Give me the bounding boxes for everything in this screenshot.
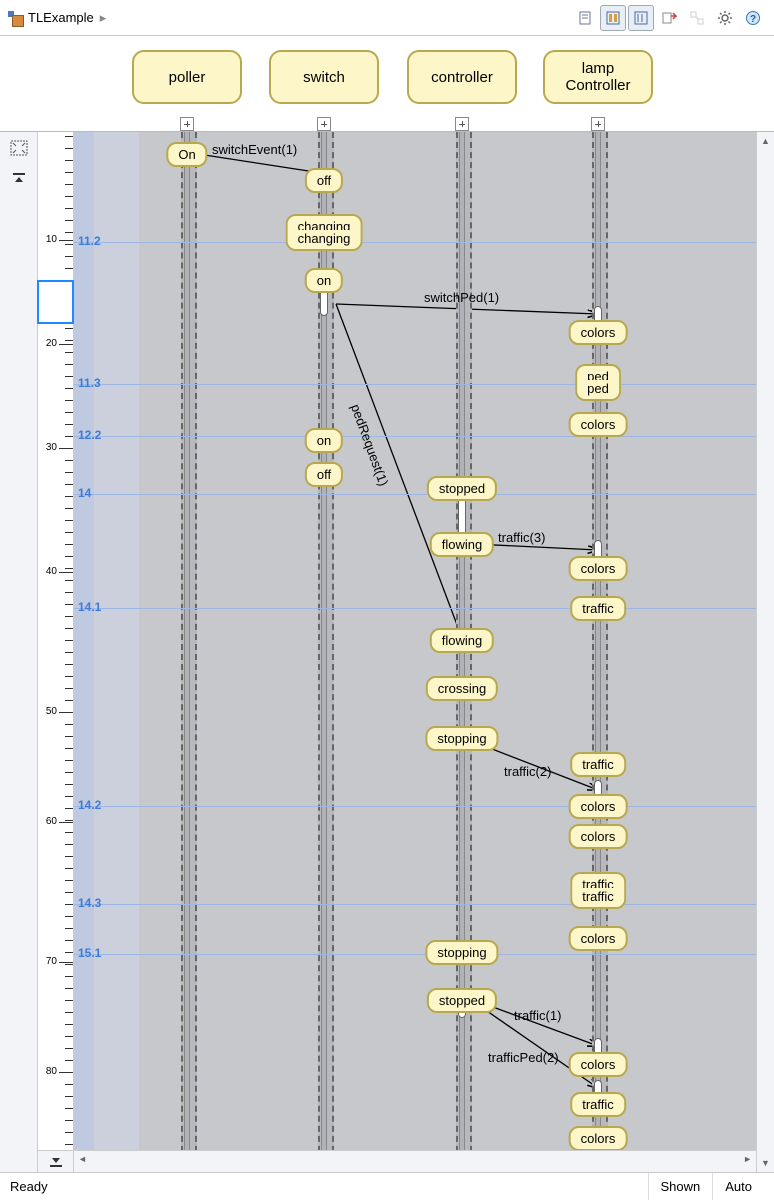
ruler-label: 60 — [46, 816, 57, 827]
toolbar-actions: ? — [572, 5, 766, 31]
gear-icon[interactable] — [712, 5, 738, 31]
ruler-label: 50 — [46, 706, 57, 717]
vertical-scrollbar[interactable]: ▲ ▼ — [756, 132, 774, 1172]
status-auto: Auto — [712, 1173, 764, 1200]
lifeline-expand-icon[interactable] — [591, 117, 605, 131]
ruler-label: 80 — [46, 1066, 57, 1077]
view-mode-2-icon[interactable] — [628, 5, 654, 31]
collapse-down-icon[interactable] — [38, 1151, 74, 1172]
message-label: switchEvent(1) — [212, 142, 297, 157]
state-badge[interactable]: stopped — [427, 988, 497, 1013]
ruler-selection[interactable] — [37, 280, 74, 324]
status-shown: Shown — [648, 1173, 713, 1200]
message-label: traffic(3) — [498, 530, 545, 545]
state-badge[interactable]: on — [305, 428, 343, 453]
ruler-label: 30 — [46, 442, 57, 453]
link-icon[interactable] — [684, 5, 710, 31]
lifeline-head-poller[interactable]: poller — [132, 50, 242, 104]
horizontal-scrollbar[interactable] — [74, 1151, 756, 1172]
diagram-canvas[interactable]: 11.2 11.3 12.2 14 14.1 14.2 14.3 15.1 On off chang… — [74, 132, 756, 1172]
lifeline-expand-icon[interactable] — [180, 117, 194, 131]
ruler-label: 10 — [46, 234, 57, 245]
state-badge[interactable]: colors — [569, 926, 628, 951]
ruler-label: 70 — [46, 956, 57, 967]
timestamp-label: 14.1 — [78, 600, 101, 614]
message-label: switchPed(1) — [424, 290, 499, 305]
lifeline-head-lampController[interactable]: lampController — [543, 50, 653, 104]
message-label: traffic(2) — [504, 764, 551, 779]
bottom-bar — [38, 1150, 756, 1172]
status-bar: Ready Shown Auto — [0, 1172, 774, 1200]
toolbar: TLExample ▸ ? — [0, 0, 774, 36]
state-badge[interactable]: colors — [569, 824, 628, 849]
breadcrumb[interactable]: TLExample ▸ — [8, 10, 572, 26]
state-badge[interactable]: ped — [575, 380, 621, 401]
state-badge[interactable]: off — [305, 168, 343, 193]
state-badge[interactable]: on — [305, 268, 343, 293]
state-badge[interactable]: colors — [569, 556, 628, 581]
state-badge[interactable]: colors — [569, 1126, 628, 1151]
document-icon[interactable] — [572, 5, 598, 31]
help-icon[interactable]: ? — [740, 5, 766, 31]
state-badge[interactable]: changing — [286, 230, 363, 251]
state-badge[interactable]: colors — [569, 320, 628, 345]
timestamp-label: 12.2 — [78, 428, 101, 442]
lifeline-expand-icon[interactable] — [317, 117, 331, 131]
view-mode-1-icon[interactable] — [600, 5, 626, 31]
state-badge[interactable]: colors — [569, 1052, 628, 1077]
state-badge[interactable]: crossing — [426, 676, 498, 701]
breadcrumb-title: TLExample — [28, 10, 94, 25]
message-label: pedRequest(1) — [348, 402, 392, 488]
ruler-label: 20 — [46, 338, 57, 349]
state-badge[interactable]: traffic — [570, 752, 626, 777]
lifeline-poller — [181, 132, 193, 1172]
timestamp-label: 14 — [78, 486, 91, 500]
state-badge[interactable]: colors — [569, 794, 628, 819]
lifeline-header-row: poller switch controller lampController — [0, 36, 774, 132]
scroll-up-icon[interactable]: ▲ — [757, 132, 774, 150]
state-badge[interactable]: flowing — [430, 628, 494, 653]
lifeline-head-controller[interactable]: controller — [407, 50, 517, 104]
timestamp-label: 14.2 — [78, 798, 101, 812]
status-text: Ready — [10, 1179, 48, 1194]
lifeline-lampController — [592, 132, 604, 1172]
lifeline-head-switch[interactable]: switch — [269, 50, 379, 104]
state-badge[interactable]: flowing — [430, 532, 494, 557]
message-label: traffic(1) — [514, 1008, 561, 1023]
state-badge[interactable]: off — [305, 462, 343, 487]
state-badge[interactable]: colors — [569, 412, 628, 437]
timestamp-label: 15.1 — [78, 946, 101, 960]
lifeline-expand-icon[interactable] — [455, 117, 469, 131]
state-badge[interactable]: On — [166, 142, 207, 167]
state-badge[interactable]: stopped — [427, 476, 497, 501]
timestamp-label: 11.3 — [78, 376, 101, 390]
state-badge[interactable]: stopping — [425, 726, 498, 751]
state-badge[interactable]: traffic — [570, 888, 626, 909]
left-gutter — [0, 132, 38, 1172]
fit-icon[interactable] — [7, 138, 31, 158]
ruler-label: 40 — [46, 566, 57, 577]
state-badge[interactable]: stopping — [425, 940, 498, 965]
svg-text:?: ? — [750, 14, 756, 25]
model-icon — [8, 11, 22, 25]
message-label: trafficPed(2) — [488, 1050, 559, 1065]
export-icon[interactable] — [656, 5, 682, 31]
timestamp-label: 11.2 — [78, 234, 101, 248]
collapse-up-icon[interactable] — [7, 168, 31, 188]
state-badge[interactable]: traffic — [570, 1092, 626, 1117]
state-badge[interactable]: traffic — [570, 596, 626, 621]
scroll-down-icon[interactable]: ▼ — [757, 1154, 774, 1172]
timestamp-label: 14.3 — [78, 896, 101, 910]
breadcrumb-sep: ▸ — [100, 10, 107, 26]
ruler[interactable]: 10 20 30 40 50 60 70 80 — [38, 132, 74, 1172]
